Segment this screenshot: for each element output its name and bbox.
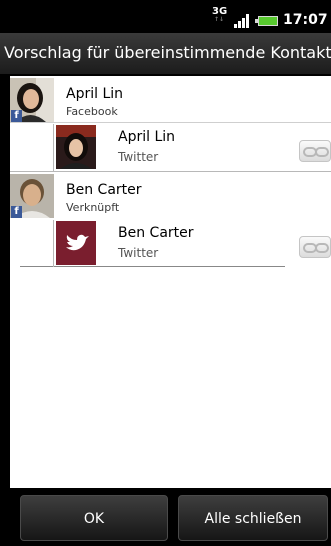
contact-source: Facebook [66, 105, 118, 118]
link-button[interactable] [299, 140, 331, 162]
close-all-button[interactable]: Alle schließen [178, 495, 328, 541]
match-name: Ben Carter [118, 225, 194, 241]
match-source: Twitter [118, 246, 159, 260]
tree-connector [20, 220, 54, 267]
page-title: Vorschlag für übereinstimmende Kontakte [4, 43, 331, 62]
contact-name: April Lin [66, 86, 124, 102]
ok-button[interactable]: OK [20, 495, 168, 541]
title-bar: Vorschlag für übereinstimmende Kontakte [0, 33, 331, 75]
suggested-match-row[interactable]: Ben Carter Twitter [20, 220, 331, 267]
match-group-ben-carter: f Ben Carter Verknüpft Ben Carter Twitte… [10, 172, 331, 268]
status-bar: 3G ↑↓ 17:07 [0, 0, 331, 33]
network-indicator: 3G ↑↓ [212, 6, 228, 24]
signal-icon [234, 12, 252, 28]
contact-avatar: f [10, 174, 54, 218]
contact-row[interactable]: f April Lin Facebook [10, 76, 331, 123]
match-group-april-lin: f April Lin Facebook April Lin Twitter [10, 76, 331, 172]
match-list: f April Lin Facebook April Lin Twitter f… [10, 76, 331, 488]
contact-name: Ben Carter [66, 182, 142, 198]
facebook-badge-icon: f [11, 206, 22, 218]
match-avatar [56, 125, 96, 169]
bottom-action-bar: OK Alle schließen [0, 488, 331, 546]
tree-connector [20, 124, 54, 171]
battery-icon [255, 16, 278, 26]
contact-source: Verknüpft [66, 201, 120, 214]
suggested-match-row[interactable]: April Lin Twitter [20, 124, 331, 171]
contact-row[interactable]: f Ben Carter Verknüpft [10, 172, 331, 219]
clock: 17:07 [283, 12, 328, 28]
twitter-bird-icon [56, 221, 96, 265]
contact-avatar: f [10, 78, 54, 122]
link-button[interactable] [299, 236, 331, 258]
match-name: April Lin [118, 129, 176, 145]
match-source: Twitter [118, 150, 159, 164]
facebook-badge-icon: f [11, 110, 22, 122]
